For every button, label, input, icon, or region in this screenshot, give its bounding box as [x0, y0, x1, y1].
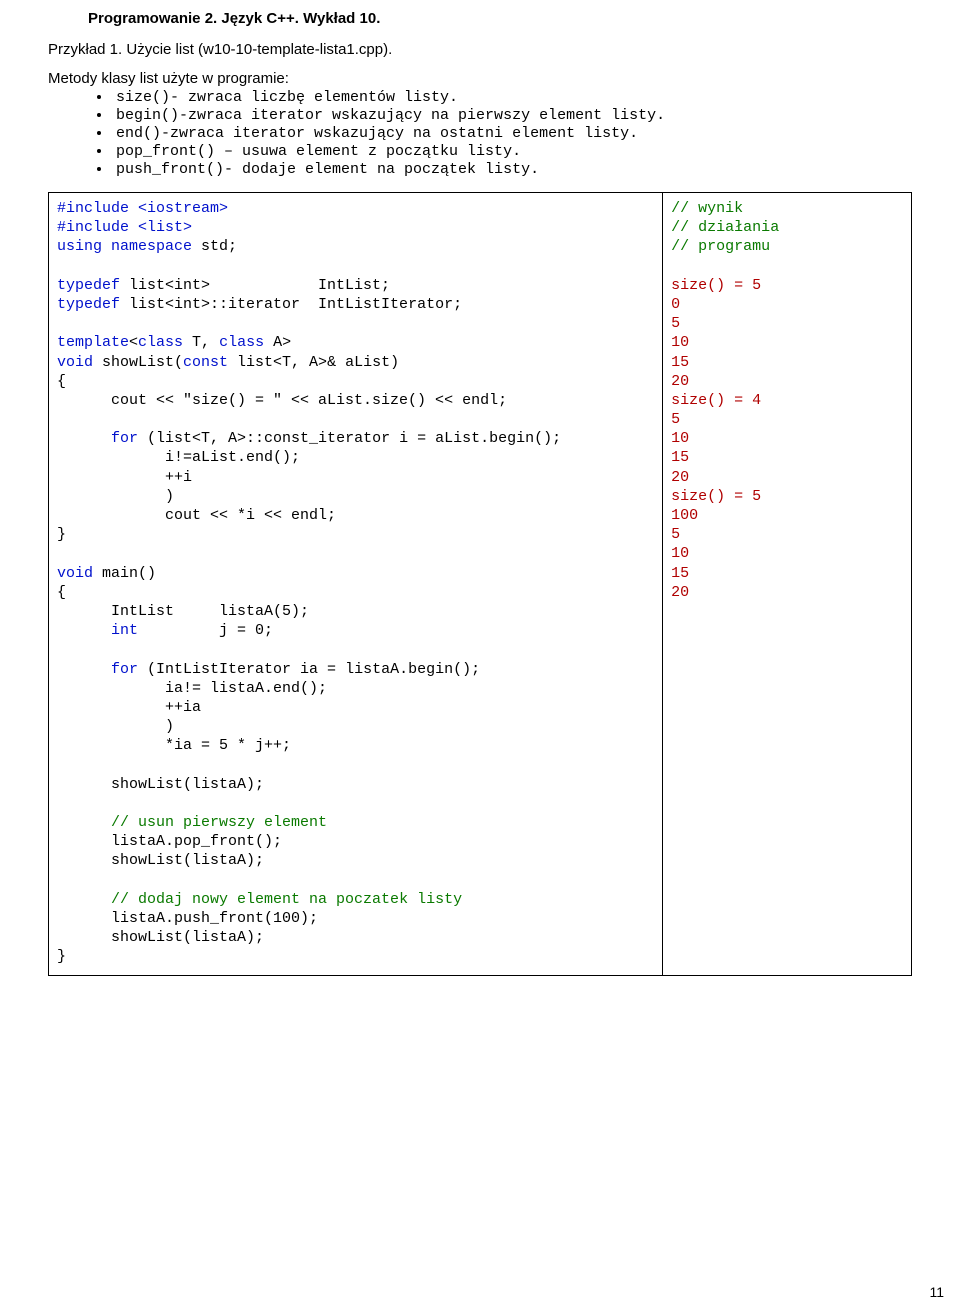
keyword: template [57, 334, 129, 351]
code-text: listaA.push_front(100); [57, 910, 318, 927]
comment: // programu [671, 238, 770, 255]
code-text: main() [93, 565, 156, 582]
output-line: 10 [671, 430, 689, 447]
code-text: } [57, 526, 66, 543]
code-text: showList(listaA); [57, 929, 264, 946]
code-text: } [57, 948, 66, 965]
keyword: using namespace [57, 238, 192, 255]
keyword: typedef [57, 277, 120, 294]
output-line: 5 [671, 411, 680, 428]
code-text: ++i [57, 469, 192, 486]
output-line: 5 [671, 315, 680, 332]
code-text: ++ia [57, 699, 201, 716]
page: Programowanie 2. Język C++. Wykład 10. P… [0, 0, 960, 1310]
code-text: T, [183, 334, 219, 351]
code-cell: #include <iostream> #include <list> usin… [49, 193, 663, 976]
code-text: ia!= listaA.end(); [57, 680, 327, 697]
preproc: #include <iostream> [57, 200, 228, 217]
output-line: 20 [671, 584, 689, 601]
code-text: (list<T, A>::const_iterator i = aList.be… [138, 430, 561, 447]
comment: // wynik [671, 200, 743, 217]
output-line: size() = 5 [671, 277, 761, 294]
code-text: < [129, 334, 138, 351]
page-number: 11 [929, 1284, 944, 1300]
code-text: list<int> IntList; [120, 277, 390, 294]
code-text: listaA.pop_front(); [57, 833, 282, 850]
code-text: IntList listaA(5); [57, 603, 309, 620]
code-text: j = 0; [138, 622, 273, 639]
code-text: (IntListIterator ia = listaA.begin(); [138, 661, 480, 678]
code-text: list<int>::iterator IntListIterator; [120, 296, 462, 313]
program-output: // wynik // działania // programu size()… [671, 199, 903, 602]
code-text: i!=aList.end(); [57, 449, 300, 466]
page-title: Programowanie 2. Język C++. Wykład 10. [88, 10, 912, 27]
intro-text: Metody klasy list użyte w programie: [48, 70, 912, 87]
code-text: { [57, 584, 66, 601]
keyword: class [138, 334, 183, 351]
output-line: 15 [671, 449, 689, 466]
code-text: ) [57, 488, 174, 505]
output-line: 0 [671, 296, 680, 313]
output-cell: // wynik // działania // programu size()… [663, 193, 912, 976]
output-line: size() = 4 [671, 392, 761, 409]
list-item: end()-zwraca iterator wskazujący na osta… [112, 125, 912, 142]
keyword: for [111, 661, 138, 678]
source-code: #include <iostream> #include <list> usin… [57, 199, 654, 967]
code-text: showList( [93, 354, 183, 371]
code-table: #include <iostream> #include <list> usin… [48, 192, 912, 976]
list-item: begin()-zwraca iterator wskazujący na pi… [112, 107, 912, 124]
keyword: int [111, 622, 138, 639]
output-line: 100 [671, 507, 698, 524]
keyword: class [219, 334, 264, 351]
code-text: *ia = 5 * j++; [57, 737, 291, 754]
output-line: size() = 5 [671, 488, 761, 505]
list-item: size()- zwraca liczbę elementów listy. [112, 89, 912, 106]
code-text: { [57, 373, 66, 390]
code-text: showList(listaA); [57, 776, 264, 793]
code-text: A> [264, 334, 291, 351]
keyword: for [111, 430, 138, 447]
comment: // działania [671, 219, 779, 236]
output-line: 15 [671, 354, 689, 371]
code-text: std; [192, 238, 237, 255]
method-list: size()- zwraca liczbę elementów listy. b… [48, 89, 912, 178]
output-line: 20 [671, 469, 689, 486]
code-text: showList(listaA); [57, 852, 264, 869]
keyword: void [57, 565, 93, 582]
code-text: ) [57, 718, 174, 735]
keyword: void [57, 354, 93, 371]
output-line: 15 [671, 565, 689, 582]
list-item: push_front()- dodaje element na początek… [112, 161, 912, 178]
comment: // dodaj nowy element na poczatek listy [111, 891, 462, 908]
output-line: 20 [671, 373, 689, 390]
code-text: cout << "size() = " << aList.size() << e… [57, 392, 507, 409]
output-line: 10 [671, 545, 689, 562]
keyword: const [183, 354, 228, 371]
code-text: list<T, A>& aList) [228, 354, 399, 371]
preproc: #include <list> [57, 219, 192, 236]
comment: // usun pierwszy element [111, 814, 327, 831]
output-line: 5 [671, 526, 680, 543]
output-line: 10 [671, 334, 689, 351]
code-text: cout << *i << endl; [57, 507, 336, 524]
keyword: typedef [57, 296, 120, 313]
example-title: Przykład 1. Użycie list (w10-10-template… [48, 41, 912, 58]
list-item: pop_front() – usuwa element z początku l… [112, 143, 912, 160]
